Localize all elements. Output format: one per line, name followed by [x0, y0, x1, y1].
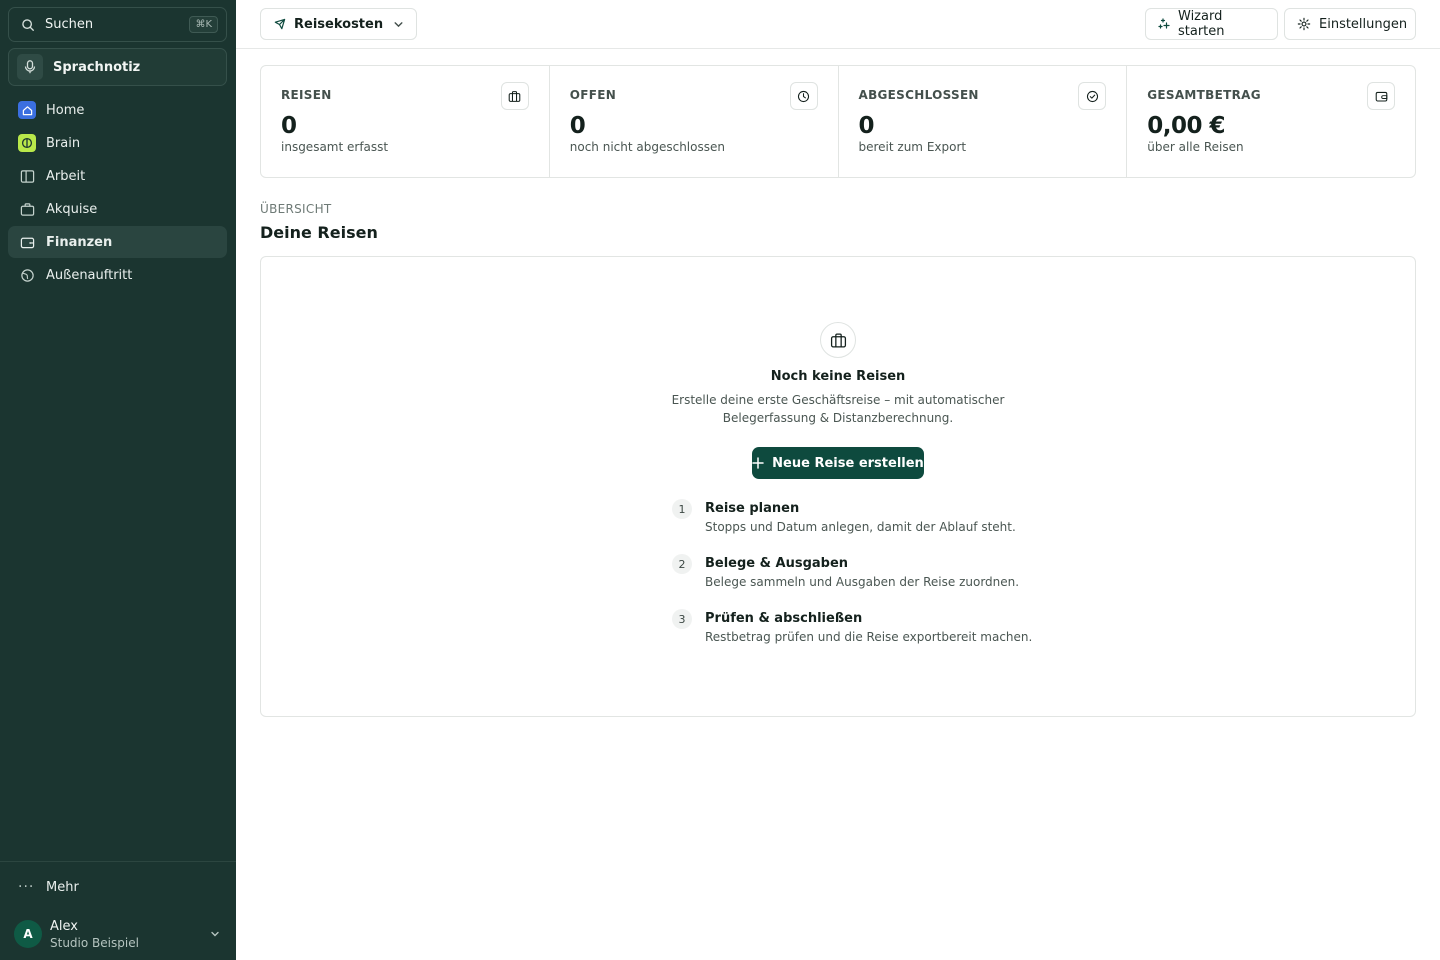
sidebar-nav: Home Brain Arbeit Akquise Finanzen Außen…	[8, 94, 227, 292]
briefcase-icon	[18, 200, 36, 218]
stat-value: 0,00 €	[1147, 113, 1226, 139]
stat-card-gesamtbetrag: GESAMTBETRAG 0,00 € über alle Reisen	[1127, 66, 1415, 177]
check-circle-icon	[1078, 82, 1107, 110]
stats-panel: REISEN 0 insgesamt erfasst OFFEN 0 noch …	[260, 65, 1416, 178]
trips-empty-state: Noch keine Reisen Erstelle deine erste G…	[260, 256, 1416, 717]
module-select[interactable]: Reisekosten	[260, 8, 418, 40]
sidebar-item-label: Brain	[46, 135, 81, 151]
step-description: Stopps und Datum anlegen, damit der Abla…	[705, 520, 1016, 534]
sidebar-item-finanzen[interactable]: Finanzen	[8, 226, 227, 258]
stat-value: 0	[569, 113, 586, 139]
section-title: Deine Reisen	[260, 223, 378, 242]
search-label: Suchen	[45, 17, 94, 32]
sidebar-item-label: Home	[46, 102, 85, 118]
onboarding-step: 3 Prüfen & abschließen Restbetrag prüfen…	[672, 609, 1032, 664]
settings-button-label: Einstellungen	[1319, 16, 1408, 32]
user-menu[interactable]: A Alex Studio Beispiel	[14, 914, 228, 954]
stat-label: ABGESCHLOSSEN	[858, 88, 979, 102]
step-number: 1	[672, 499, 692, 519]
settings-button[interactable]: Einstellungen	[1284, 8, 1416, 40]
stat-subtitle: noch nicht abgeschlossen	[569, 140, 725, 154]
wizard-button-label: Wizard starten	[1178, 9, 1225, 39]
sidebar-item-label: Akquise	[46, 201, 98, 217]
microphone-icon	[17, 54, 43, 80]
wallet-icon	[18, 233, 36, 251]
more-label: Mehr	[46, 879, 79, 895]
module-select-label: Reisekosten	[294, 16, 384, 32]
columns-icon	[18, 167, 36, 185]
brain-icon	[18, 134, 36, 152]
wallet-icon	[1367, 82, 1395, 110]
new-trip-button-label: Neue Reise erstellen	[772, 455, 924, 471]
user-info: Alex Studio Beispiel	[50, 919, 210, 950]
sidebar-item-aussenauftritt[interactable]: Außenauftritt	[8, 259, 227, 291]
step-title: Belege & Ausgaben	[705, 556, 849, 571]
step-number: 2	[672, 554, 692, 574]
stat-label: GESAMTBETRAG	[1147, 88, 1261, 102]
voice-note-label: Sprachnotiz	[53, 59, 141, 75]
step-description: Restbetrag prüfen und die Reise exportbe…	[705, 630, 1033, 644]
sidebar-item-label: Finanzen	[46, 234, 113, 250]
briefcase-icon	[820, 322, 856, 358]
step-number: 3	[672, 609, 692, 629]
search-icon	[21, 17, 37, 33]
onboarding-steps: 1 Reise planen Stopps und Datum anlegen,…	[672, 499, 1032, 664]
stat-label: REISEN	[281, 88, 332, 102]
step-title: Prüfen & abschließen	[705, 611, 863, 626]
stat-subtitle: über alle Reisen	[1147, 140, 1244, 154]
sidebar-item-arbeit[interactable]: Arbeit	[8, 160, 227, 192]
stat-card-reisen: REISEN 0 insgesamt erfasst	[261, 66, 550, 177]
topbar: Reisekosten Wizard starten Einstellungen	[236, 0, 1440, 49]
chevron-down-icon	[210, 929, 220, 939]
sidebar-item-home[interactable]: Home	[8, 94, 227, 126]
search-button[interactable]: Suchen ⌘K	[8, 7, 227, 42]
globe-icon	[18, 266, 36, 284]
sidebar-item-label: Arbeit	[46, 168, 86, 184]
sidebar-footer: ··· Mehr A Alex Studio Beispiel	[0, 861, 236, 960]
stat-subtitle: bereit zum Export	[858, 140, 967, 154]
stat-card-offen: OFFEN 0 noch nicht abgeschlossen	[550, 66, 839, 177]
plane-icon	[273, 18, 286, 31]
step-description: Belege sammeln und Ausgaben der Reise zu…	[705, 575, 1020, 589]
user-org: Studio Beispiel	[50, 935, 139, 950]
clock-icon	[789, 82, 818, 110]
plus-icon	[752, 457, 764, 469]
sidebar-item-brain[interactable]: Brain	[8, 127, 227, 159]
stat-value: 0	[281, 113, 297, 139]
stat-value: 0	[858, 113, 875, 139]
home-icon	[18, 101, 36, 119]
sparkles-icon	[1158, 18, 1170, 30]
section-eyebrow: ÜBERSICHT	[260, 202, 332, 216]
more-button[interactable]: ··· Mehr	[8, 872, 227, 902]
voice-note-button[interactable]: Sprachnotiz	[8, 48, 227, 86]
step-title: Reise planen	[705, 501, 800, 516]
ellipsis-icon: ···	[18, 879, 35, 895]
onboarding-step: 2 Belege & Ausgaben Belege sammeln und A…	[672, 554, 1032, 609]
stat-card-abgeschlossen: ABGESCHLOSSEN 0 bereit zum Export	[839, 66, 1128, 177]
gear-icon	[1297, 17, 1311, 31]
sidebar-item-akquise[interactable]: Akquise	[8, 193, 227, 225]
new-trip-button[interactable]: Neue Reise erstellen	[752, 447, 924, 479]
briefcase-icon	[500, 82, 529, 110]
stat-subtitle: insgesamt erfasst	[281, 140, 389, 154]
avatar: A	[14, 920, 42, 948]
wizard-button[interactable]: Wizard starten	[1145, 8, 1278, 40]
sidebar: Suchen ⌘K Sprachnotiz Home Brain Arbeit	[0, 0, 236, 960]
empty-state-text: Erstelle deine erste Geschäftsreise – mi…	[671, 393, 1005, 425]
user-name: Alex	[50, 918, 78, 934]
onboarding-step: 1 Reise planen Stopps und Datum anlegen,…	[672, 499, 1032, 554]
search-shortcut-badge: ⌘K	[189, 16, 218, 33]
sidebar-item-label: Außenauftritt	[46, 267, 133, 283]
chevron-down-icon	[393, 19, 404, 30]
stat-label: OFFEN	[569, 88, 617, 102]
empty-state-title: Noch keine Reisen	[770, 369, 906, 384]
